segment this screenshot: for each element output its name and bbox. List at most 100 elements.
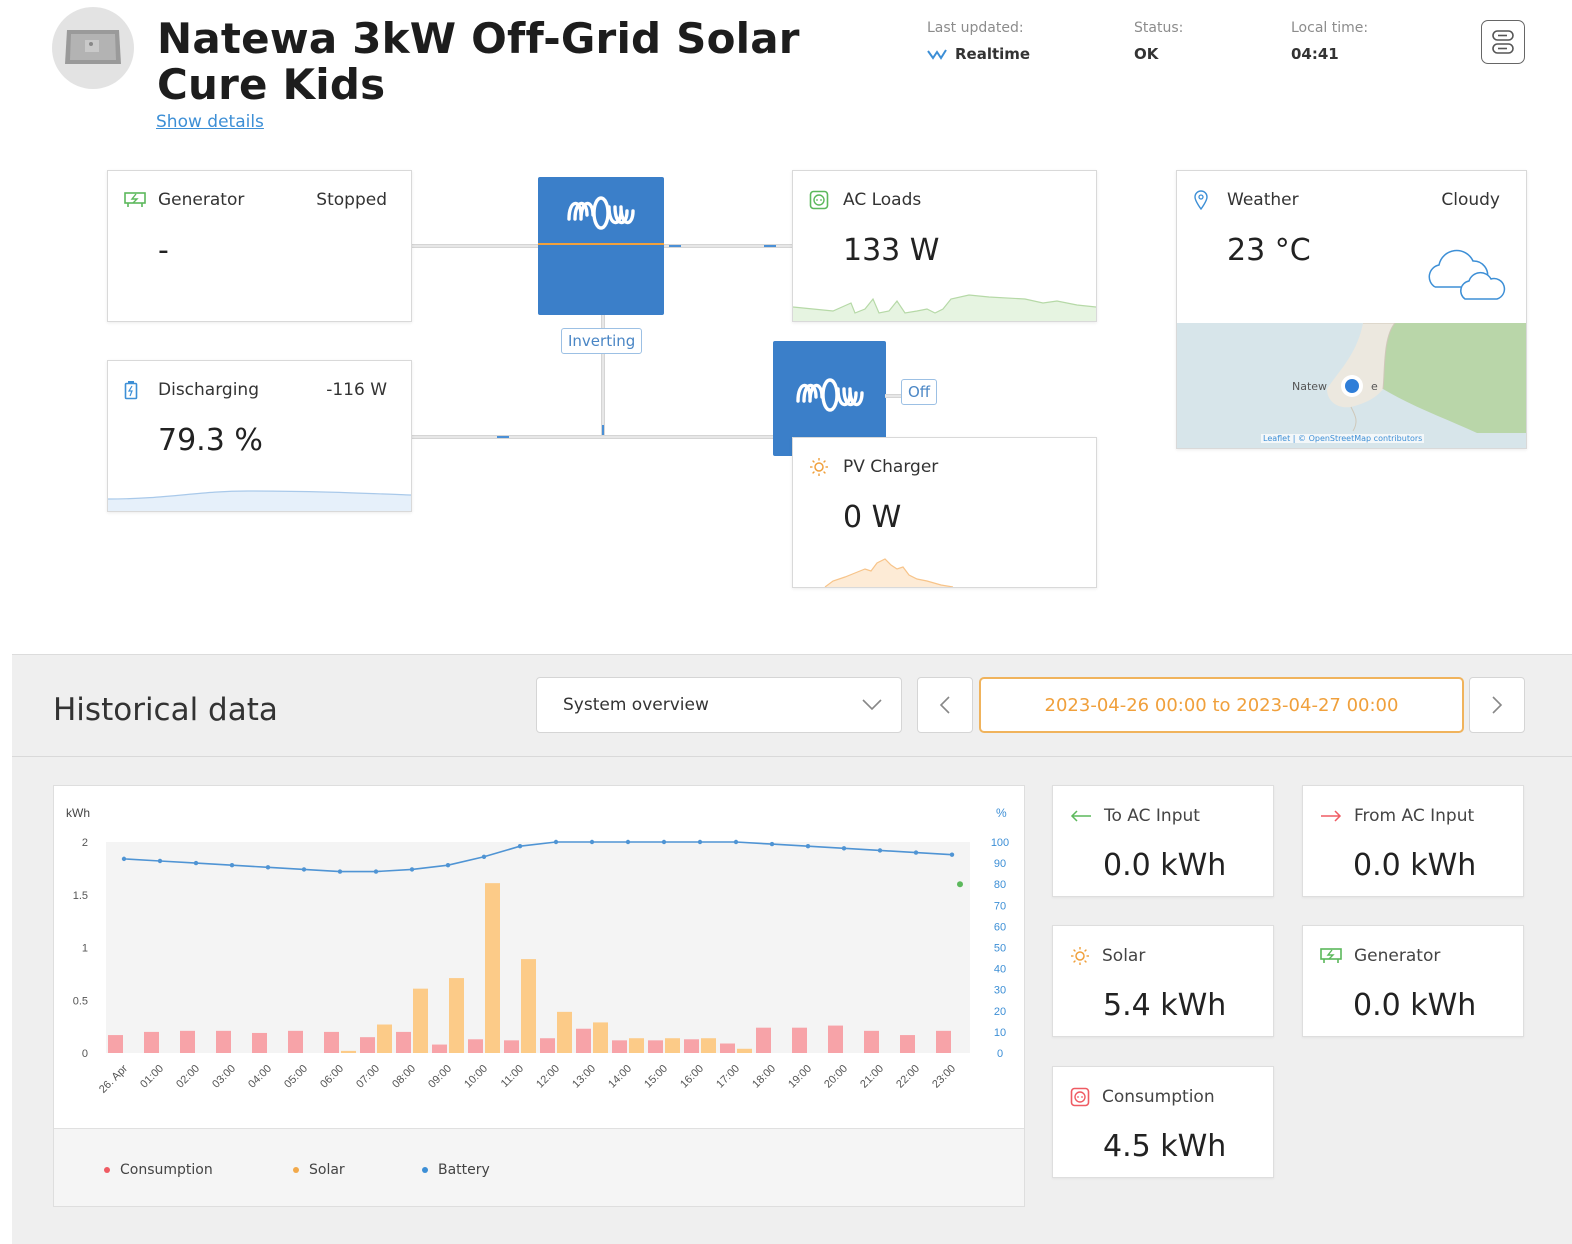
to-ac-input-header: To AC Input xyxy=(1070,806,1200,826)
ac-loads-value: 133 W xyxy=(843,233,940,268)
x-tick-label: 17:00 xyxy=(714,1063,742,1091)
right-tick-label: 70 xyxy=(994,900,1006,912)
sun-icon xyxy=(809,457,831,477)
ac-outlet-icon xyxy=(1070,1087,1090,1107)
x-tick-label: 07:00 xyxy=(354,1063,382,1091)
history-chart-card: kWh % 0 0.5 1 1.5 2 0 10 20 30 40 50 60 70 80 90 100 2… xyxy=(53,785,1025,1207)
history-chart[interactable]: kWh % 0 0.5 1 1.5 2 0 10 20 30 40 50 60 70 80 90 100 2… xyxy=(54,786,1024,1128)
view-select[interactable]: System overview xyxy=(536,677,902,733)
battery-power: -116 W xyxy=(326,380,387,400)
location-map[interactable]: Natew e Leaflet | © OpenStreetMap contri… xyxy=(1177,323,1526,448)
left-tick-label: 0.5 xyxy=(73,995,88,1007)
flow-indicator xyxy=(669,245,681,247)
battery-point xyxy=(949,852,955,857)
generator-card[interactable]: Generator 0.0 kWh xyxy=(1302,925,1524,1037)
inverter-device-icon xyxy=(65,30,121,64)
battery-point xyxy=(733,839,739,845)
last-updated-label: Last updated: xyxy=(927,20,1024,36)
generator-icon xyxy=(124,190,146,210)
chevron-down-icon xyxy=(862,699,882,711)
battery-point xyxy=(841,846,847,851)
consumption-card[interactable]: Consumption 4.5 kWh xyxy=(1052,1066,1274,1178)
consumption-bar xyxy=(468,1039,483,1053)
x-tick-label: 21:00 xyxy=(858,1063,886,1091)
weather-label: Weather xyxy=(1227,190,1299,210)
left-axis-ticks: 0 0.5 1 1.5 2 xyxy=(73,837,88,1060)
ac-loads-widget[interactable]: AC Loads 133 W xyxy=(792,170,1097,322)
site-title: Natewa 3kW Off-Grid Solar Cure Kids xyxy=(157,14,800,109)
right-axis-ticks: 0 10 20 30 40 50 60 70 80 90 100 xyxy=(991,837,1009,1060)
ac-loads-sparkline xyxy=(793,294,1096,321)
consumption-bar xyxy=(396,1031,411,1053)
x-tick-label: 08:00 xyxy=(390,1063,418,1091)
x-tick-label: 15:00 xyxy=(642,1063,670,1091)
solar-value: 5.4 kWh xyxy=(1103,988,1227,1023)
from-ac-input-label: From AC Input xyxy=(1354,806,1475,826)
battery-point xyxy=(481,854,487,859)
consumption-bar xyxy=(540,1038,555,1053)
consumption-bar xyxy=(900,1035,915,1053)
previous-range-button[interactable] xyxy=(917,677,973,733)
battery-point xyxy=(193,860,199,866)
solar-bar xyxy=(377,1024,392,1053)
next-range-button[interactable] xyxy=(1469,677,1525,733)
x-tick-label: 23:00 xyxy=(930,1063,958,1091)
pv-charger-header: PV Charger xyxy=(809,457,1072,477)
date-range-picker[interactable]: 2023-04-26 00:00 to 2023-04-27 00:00 xyxy=(979,677,1464,733)
victron-logo-icon xyxy=(567,196,635,230)
generator-widget[interactable]: Generator Stopped - xyxy=(107,170,412,322)
solar-bar xyxy=(665,1038,680,1053)
consumption-bar xyxy=(756,1027,771,1053)
x-tick-label: 06:00 xyxy=(318,1063,346,1091)
consumption-bar xyxy=(252,1032,267,1053)
local-time: Local time: 04:41 xyxy=(1291,20,1368,63)
left-tick-label: 0 xyxy=(82,1048,88,1060)
weather-header: Weather Cloudy xyxy=(1193,190,1500,210)
solar-bar xyxy=(629,1038,644,1053)
pv-charger-value: 0 W xyxy=(843,500,902,535)
pv-charger-widget[interactable]: PV Charger 0 W xyxy=(792,437,1097,588)
battery-point xyxy=(805,844,811,849)
consumption-bar xyxy=(144,1031,159,1053)
legend-battery-dot xyxy=(422,1167,428,1173)
chart-legend: Consumption Solar Battery xyxy=(54,1128,1024,1206)
legend-solar[interactable]: Solar xyxy=(293,1162,345,1178)
generator-icon xyxy=(1320,948,1342,963)
x-tick-label: 01:00 xyxy=(138,1063,166,1091)
weather-widget[interactable]: Weather Cloudy 23 °C Natew e Leaflet | ©… xyxy=(1176,170,1527,449)
legend-consumption-label: Consumption xyxy=(120,1162,213,1178)
x-tick-label: 19:00 xyxy=(786,1063,814,1091)
show-details-link[interactable]: Show details xyxy=(156,112,264,132)
consumption-bar xyxy=(180,1030,195,1053)
battery-widget[interactable]: Discharging -116 W 79.3 % xyxy=(107,360,412,512)
status-value: OK xyxy=(1134,45,1159,63)
charger-state-connector xyxy=(885,394,901,398)
inverter-device[interactable] xyxy=(538,177,664,315)
legend-consumption[interactable]: Consumption xyxy=(104,1162,213,1178)
local-time-value: 04:41 xyxy=(1291,45,1339,63)
map-place-label: Natew xyxy=(1292,380,1328,393)
to-ac-input-card[interactable]: To AC Input 0.0 kWh xyxy=(1052,785,1274,897)
map-location-marker[interactable] xyxy=(1345,379,1359,393)
site-avatar xyxy=(52,7,134,89)
solar-card[interactable]: Solar 5.4 kWh xyxy=(1052,925,1274,1037)
weather-temperature: 23 °C xyxy=(1227,233,1311,268)
map-attribution[interactable]: Leaflet | © OpenStreetMap contributors xyxy=(1261,434,1425,443)
right-tick-label: 0 xyxy=(997,1048,1003,1060)
from-ac-input-card[interactable]: From AC Input 0.0 kWh xyxy=(1302,785,1524,897)
solar-bar xyxy=(737,1048,752,1053)
from-ac-input-header: From AC Input xyxy=(1320,806,1474,826)
solar-bar xyxy=(449,978,464,1053)
right-tick-label: 60 xyxy=(994,921,1006,933)
solar-bar xyxy=(593,1022,608,1053)
consumption-bar xyxy=(720,1043,735,1053)
legend-battery[interactable]: Battery xyxy=(422,1162,490,1178)
device-menu-button[interactable] xyxy=(1481,20,1525,64)
generator-value: - xyxy=(158,233,169,268)
status-label: Status: xyxy=(1134,20,1184,36)
battery-point xyxy=(913,850,919,855)
x-tick-label: 13:00 xyxy=(570,1063,598,1091)
consumption-bar xyxy=(576,1028,591,1053)
generator-stat-label: Generator xyxy=(1354,946,1441,966)
x-tick-label: 03:00 xyxy=(210,1063,238,1091)
